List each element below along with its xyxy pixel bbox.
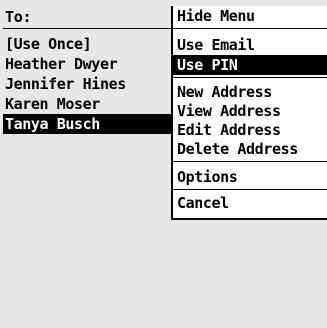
contact-item-karen-moser[interactable]: Karen Moser — [3, 94, 171, 114]
context-menu: Hide Menu Use Email Use PIN New Address … — [171, 6, 327, 220]
menu-item-use-pin[interactable]: Use PIN — [173, 55, 327, 75]
menu-separator — [173, 189, 327, 190]
menu-item-options[interactable]: Options — [173, 167, 327, 187]
menu-item-edit-address[interactable]: Edit Address — [173, 120, 327, 140]
menu-item-new-address[interactable]: New Address — [173, 82, 327, 102]
menu-item-use-email[interactable]: Use Email — [173, 35, 327, 55]
contact-item-jennifer-hines[interactable]: Jennifer Hines — [3, 74, 171, 94]
contact-item-tanya-busch[interactable]: Tanya Busch — [3, 114, 171, 134]
to-underline — [3, 28, 171, 29]
menu-item-view-address[interactable]: View Address — [173, 101, 327, 121]
contact-item-use-once[interactable]: [Use Once] — [3, 34, 171, 54]
to-label: To: — [5, 8, 32, 26]
contact-item-heather-dwyer[interactable]: Heather Dwyer — [3, 54, 171, 74]
menu-separator — [173, 77, 327, 78]
menu-item-cancel[interactable]: Cancel — [173, 193, 327, 213]
address-picker-screen: To: [Use Once] Heather Dwyer Jennifer Hi… — [0, 0, 327, 328]
menu-item-hide-menu[interactable]: Hide Menu — [173, 6, 327, 26]
menu-item-delete-address[interactable]: Delete Address — [173, 139, 327, 159]
recipient-pane: To: [Use Once] Heather Dwyer Jennifer Hi… — [0, 0, 175, 328]
menu-separator — [173, 161, 327, 162]
contact-list: [Use Once] Heather Dwyer Jennifer Hines … — [3, 34, 171, 134]
menu-separator — [173, 28, 327, 29]
